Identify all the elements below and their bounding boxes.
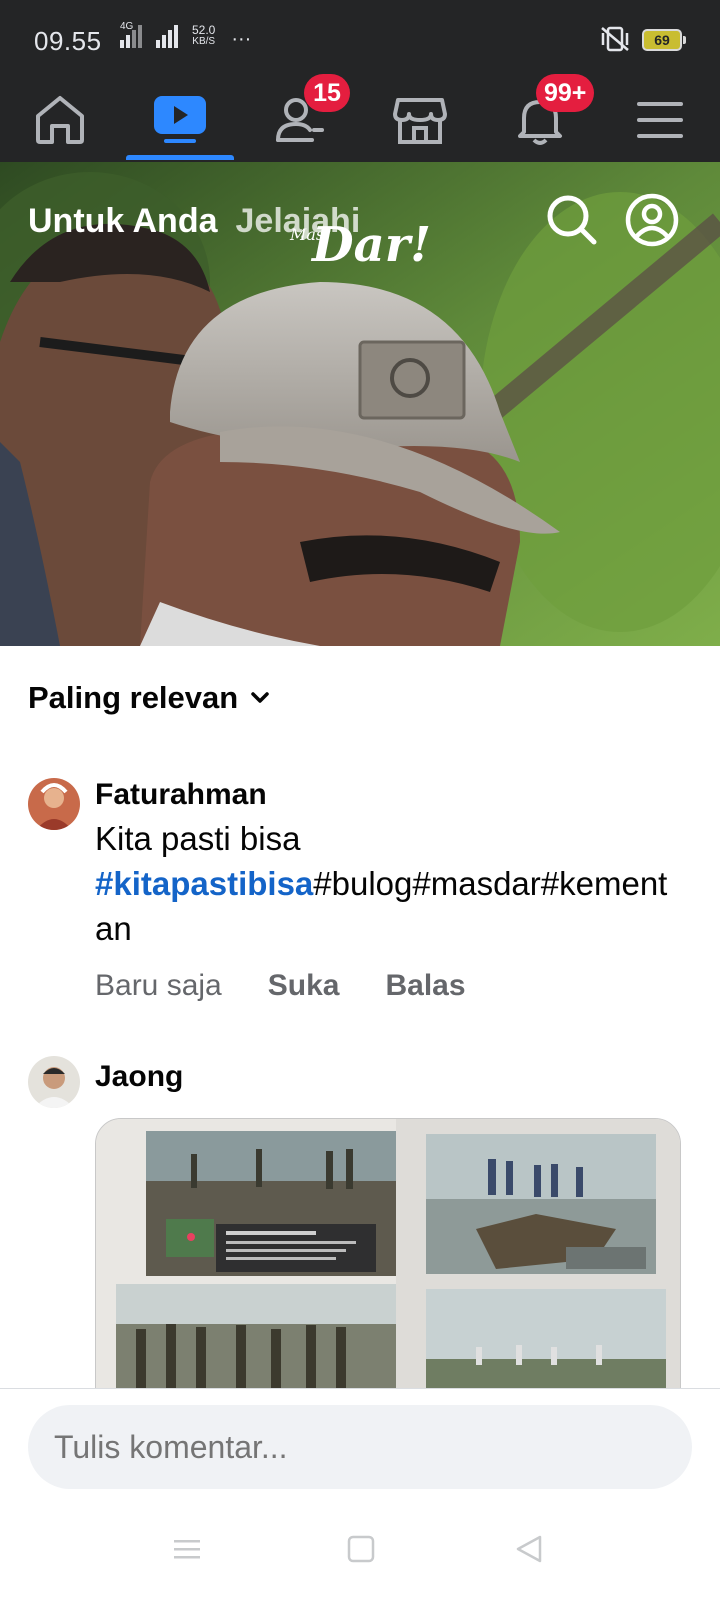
nav-notifications[interactable]: 99+ <box>480 74 600 160</box>
friends-badge: 15 <box>304 74 350 112</box>
status-time: 09.55 <box>34 26 102 56</box>
home-icon <box>36 96 84 144</box>
network-indicators: 4G 52.0 KB/S ··· <box>112 21 252 50</box>
speed-unit: KB/S <box>192 36 216 47</box>
comment-author[interactable]: Jaong <box>95 1060 675 1094</box>
nav-home[interactable] <box>0 80 120 160</box>
video-player[interactable]: Untuk Anda Jelajahi Mas Dar! <box>0 162 720 646</box>
status-more: ··· <box>231 28 252 50</box>
comment-time: Baru saja <box>95 969 222 1002</box>
hashtag-link[interactable]: #kitapastibisa <box>95 865 313 902</box>
avatar[interactable] <box>28 1056 80 1108</box>
network-type: 4G <box>120 21 134 32</box>
nav-video[interactable] <box>120 80 240 160</box>
signal-bars-1-icon: 4G <box>112 21 142 48</box>
comment-body: Faturahman Kita pasti bisa #kitapastibis… <box>95 778 675 1003</box>
hamburger-icon <box>637 102 683 138</box>
nav-menu[interactable] <box>600 80 720 160</box>
app-header: 09.55 4G 52.0 KB/S ··· 69 15 99+ <box>0 0 720 162</box>
search-icon[interactable] <box>544 192 600 248</box>
notifications-badge: 99+ <box>536 74 595 112</box>
comment-item: Faturahman Kita pasti bisa #kitapastibis… <box>28 778 692 1008</box>
comment-photo[interactable] <box>95 1118 681 1398</box>
sort-label: Paling relevan <box>28 680 239 715</box>
comment-text: Kita pasti bisa #kitapastibisa#bulog#mas… <box>95 816 675 951</box>
vibrate-mute-icon <box>601 26 629 52</box>
comment-body: Jaong <box>95 1060 675 1094</box>
comment-input[interactable] <box>28 1405 692 1489</box>
video-watermark: Mas Dar! <box>290 217 432 273</box>
back-triangle-icon[interactable] <box>514 1534 544 1564</box>
nav-marketplace[interactable] <box>360 80 480 160</box>
recents-icon[interactable] <box>172 1534 202 1564</box>
chevron-down-icon <box>251 692 269 703</box>
system-navigation-bar <box>0 1500 720 1600</box>
top-navigation: 15 99+ <box>0 74 720 160</box>
home-square-icon[interactable] <box>346 1534 376 1564</box>
comment-item: Jaong <box>28 1056 692 1398</box>
nav-friends[interactable]: 15 <box>240 74 360 160</box>
signal-bars-2-icon <box>156 24 178 48</box>
avatar[interactable] <box>28 778 80 830</box>
comment-sort-dropdown[interactable]: Paling relevan <box>28 680 270 716</box>
battery-indicator: 69 <box>642 29 686 51</box>
comment-author[interactable]: Faturahman <box>95 778 675 812</box>
tab-untuk-anda[interactable]: Untuk Anda <box>28 202 218 241</box>
comment-text-line: Kita pasti bisa <box>95 820 301 857</box>
status-bar: 09.55 4G 52.0 KB/S ··· 69 <box>0 0 720 80</box>
network-speed: 52.0 KB/S <box>192 24 215 48</box>
speed-value: 52.0 <box>192 23 216 37</box>
watermark-small: Mas <box>290 225 325 244</box>
like-button[interactable]: Suka <box>268 969 340 1003</box>
store-icon <box>393 98 447 144</box>
reply-button[interactable]: Balas <box>385 969 465 1003</box>
photo-collage <box>96 1119 680 1397</box>
profile-icon[interactable] <box>624 192 680 248</box>
comment-actions: Baru saja Suka Balas <box>95 969 675 1003</box>
video-play-icon <box>154 96 206 143</box>
watermark-text: Dar! <box>312 217 432 273</box>
